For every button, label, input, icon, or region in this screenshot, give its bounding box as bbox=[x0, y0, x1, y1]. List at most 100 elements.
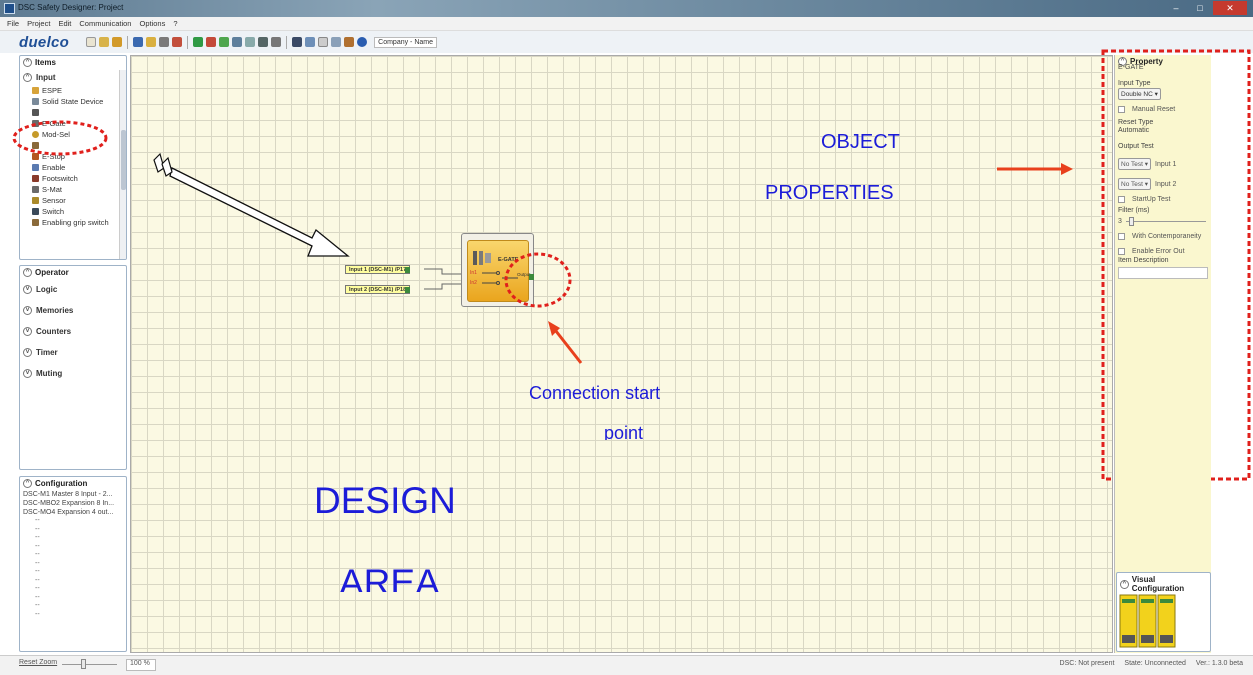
output-connector[interactable] bbox=[529, 274, 534, 280]
monitor-icon[interactable] bbox=[258, 37, 269, 47]
title-bar: DSC Safety Designer: Project – □ ✕ bbox=[0, 0, 1253, 17]
menu-communication[interactable]: Communication bbox=[79, 17, 131, 30]
annotation-area-clip: AREA bbox=[335, 562, 475, 592]
expand-icon[interactable]: v bbox=[23, 327, 32, 336]
menu-edit[interactable]: Edit bbox=[58, 17, 71, 30]
info-icon[interactable] bbox=[112, 37, 123, 47]
error-out-checkbox[interactable] bbox=[1118, 248, 1125, 255]
group-counters[interactable]: v Counters bbox=[20, 321, 126, 342]
item-enabling-grip-switch[interactable]: Enabling grip switch bbox=[20, 217, 126, 228]
minimize-icon[interactable]: – bbox=[1165, 1, 1187, 15]
s-mat-icon bbox=[32, 186, 39, 193]
config-slot: -- bbox=[35, 602, 40, 609]
zoom-icon[interactable] bbox=[305, 37, 316, 47]
footswitch-icon bbox=[32, 175, 39, 182]
filter-slider[interactable] bbox=[1125, 217, 1206, 226]
collapse-icon[interactable]: ^ bbox=[1120, 579, 1129, 589]
manual-reset-checkbox[interactable] bbox=[1118, 106, 1125, 113]
item-footswitch[interactable]: Footswitch bbox=[20, 173, 126, 184]
collapse-icon[interactable]: ^ bbox=[23, 72, 32, 82]
item-solid-state[interactable]: Solid State Device bbox=[20, 96, 126, 107]
menu-options[interactable]: Options bbox=[139, 17, 165, 30]
e-gate-icon bbox=[473, 251, 491, 265]
open-icon[interactable] bbox=[99, 37, 110, 47]
save-as-icon[interactable] bbox=[146, 37, 157, 47]
group-memories[interactable]: v Memories bbox=[20, 300, 126, 321]
config-slot: -- bbox=[35, 585, 40, 592]
maximize-icon[interactable]: □ bbox=[1189, 1, 1211, 15]
item-hidden-2[interactable] bbox=[20, 140, 126, 151]
item-sensor[interactable]: Sensor bbox=[20, 195, 126, 206]
item-mod-sel[interactable]: Mod-Sel bbox=[20, 129, 126, 140]
annotation-area: AREA bbox=[339, 562, 440, 592]
redo-icon[interactable] bbox=[206, 37, 217, 47]
menu-help[interactable]: ? bbox=[173, 17, 177, 30]
zoom-slider[interactable] bbox=[81, 659, 86, 669]
items-scrollbar[interactable] bbox=[119, 70, 126, 259]
group-muting[interactable]: v Muting bbox=[20, 363, 126, 384]
new-project-icon[interactable] bbox=[86, 37, 97, 47]
configuration-header[interactable]: ^ Configuration bbox=[20, 477, 126, 490]
e-gate-block[interactable]: E-GATE In1 In2 Output bbox=[461, 233, 534, 307]
menu-file[interactable]: File bbox=[7, 17, 19, 30]
design-area[interactable] bbox=[130, 55, 1113, 653]
items-header[interactable]: ^ Items bbox=[20, 56, 126, 69]
undo-icon[interactable] bbox=[193, 37, 204, 47]
password-icon[interactable] bbox=[344, 37, 355, 47]
startup-test-checkbox[interactable] bbox=[1118, 196, 1125, 203]
menu-project[interactable]: Project bbox=[27, 17, 50, 30]
pin-in2[interactable]: In2 bbox=[470, 280, 477, 286]
input-1-block[interactable]: Input 1 (DSC-M1) /P17 bbox=[345, 265, 411, 274]
configuration-panel: ^ Configuration DSC-M1 Master 8 Input - 2… bbox=[19, 476, 127, 652]
input-2-block[interactable]: Input 2 (DSC-M1) /P18 bbox=[345, 285, 411, 294]
annotation-connection: Connection start bbox=[529, 383, 661, 403]
test-input1-select[interactable]: No Test ▾ bbox=[1118, 158, 1151, 170]
expand-icon[interactable]: v bbox=[23, 285, 32, 294]
config-module-1[interactable]: DSC-M1 Master 8 Input - 2... bbox=[20, 490, 126, 499]
item-s-mat[interactable]: S-Mat bbox=[20, 184, 126, 195]
help-icon[interactable] bbox=[357, 37, 368, 47]
close-icon[interactable]: ✕ bbox=[1213, 1, 1247, 15]
collapse-icon[interactable]: ^ bbox=[23, 479, 32, 488]
reset-zoom-link[interactable]: Reset Zoom bbox=[19, 659, 57, 666]
pin-in1[interactable]: In1 bbox=[470, 270, 477, 276]
input-section[interactable]: ^ Input bbox=[20, 69, 126, 85]
print-icon[interactable] bbox=[159, 37, 170, 47]
download-icon[interactable] bbox=[245, 37, 256, 47]
company-name-field[interactable]: Company - Name bbox=[374, 36, 437, 48]
save-icon[interactable] bbox=[133, 37, 144, 47]
input-type-select[interactable]: Double NC ▾ bbox=[1118, 88, 1161, 100]
design-arrow-icon bbox=[153, 152, 350, 257]
item-hidden-1[interactable] bbox=[20, 107, 126, 118]
item-e-stop[interactable]: E-Stop bbox=[20, 151, 126, 162]
validate-icon[interactable] bbox=[219, 37, 230, 47]
layout-icon[interactable] bbox=[331, 37, 342, 47]
item-espe[interactable]: ESPE bbox=[20, 85, 126, 96]
edit-icon[interactable] bbox=[172, 37, 183, 47]
window-controls: – □ ✕ bbox=[1165, 1, 1247, 15]
page-icon[interactable] bbox=[318, 37, 329, 47]
collapse-icon[interactable]: ^ bbox=[23, 268, 32, 277]
tool-icon[interactable] bbox=[271, 37, 282, 47]
operator-header[interactable]: ^ Operator bbox=[20, 266, 126, 279]
expand-icon[interactable]: v bbox=[23, 306, 32, 315]
config-slot: -- bbox=[35, 534, 40, 541]
expand-icon[interactable]: v bbox=[23, 369, 32, 378]
item-switch[interactable]: Switch bbox=[20, 206, 126, 217]
item-e-gate[interactable]: E-Gate bbox=[20, 118, 126, 129]
report-icon[interactable] bbox=[292, 37, 303, 47]
input-type-label: Input Type bbox=[1118, 80, 1151, 87]
test-input2-select[interactable]: No Test ▾ bbox=[1118, 178, 1151, 190]
contemporaneity-checkbox[interactable] bbox=[1118, 233, 1125, 240]
group-logic[interactable]: v Logic bbox=[20, 279, 126, 300]
output-test-label: Output Test bbox=[1118, 143, 1154, 150]
config-module-3[interactable]: DSC-MO4 Expansion 4 out... bbox=[20, 508, 126, 517]
module-preview-icon bbox=[1119, 594, 1176, 648]
group-timer[interactable]: v Timer bbox=[20, 342, 126, 363]
item-enable[interactable]: Enable bbox=[20, 162, 126, 173]
expand-icon[interactable]: v bbox=[23, 348, 32, 357]
item-description-input[interactable] bbox=[1118, 267, 1208, 279]
connect-icon[interactable] bbox=[232, 37, 243, 47]
collapse-icon[interactable]: ^ bbox=[23, 58, 32, 67]
config-module-2[interactable]: DSC-MBO2 Expansion 8 In... bbox=[20, 499, 126, 508]
